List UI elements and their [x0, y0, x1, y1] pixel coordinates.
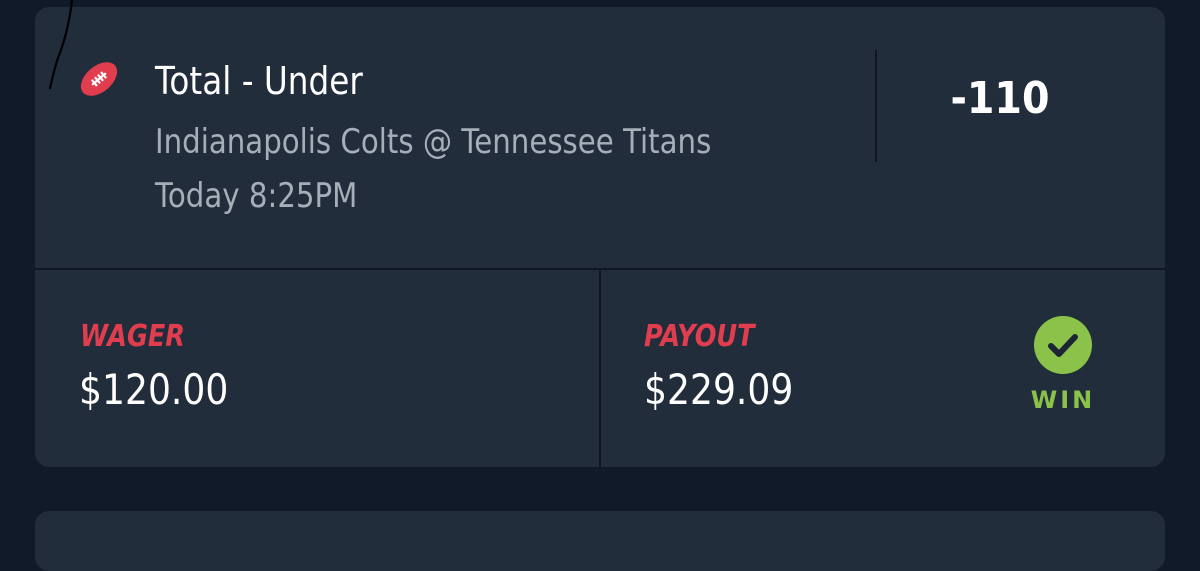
bet-title: Total - Under: [155, 59, 363, 103]
wager-amount: $120.00: [79, 365, 229, 414]
odds-value: -110: [950, 73, 1050, 124]
vertical-divider: [599, 270, 601, 467]
wager-label: WAGER: [80, 319, 185, 354]
bet-summary[interactable]: Total - Under Indianapolis Colts @ Tenne…: [35, 7, 1165, 269]
pen-scribble: [48, 0, 74, 90]
odds-divider: [875, 50, 877, 162]
check-circle-icon: [1034, 316, 1092, 374]
payout-label: PAYOUT: [644, 319, 755, 354]
bet-card[interactable]: Total - Under Indianapolis Colts @ Tenne…: [35, 7, 1165, 467]
football-icon: [80, 62, 118, 96]
matchup-text: Indianapolis Colts @ Tennessee Titans: [155, 122, 712, 162]
payout-amount: $229.09: [644, 365, 794, 414]
result-label: WIN: [1030, 386, 1096, 414]
game-time: Today 8:25PM: [155, 176, 358, 216]
next-bet-card[interactable]: [35, 511, 1165, 571]
